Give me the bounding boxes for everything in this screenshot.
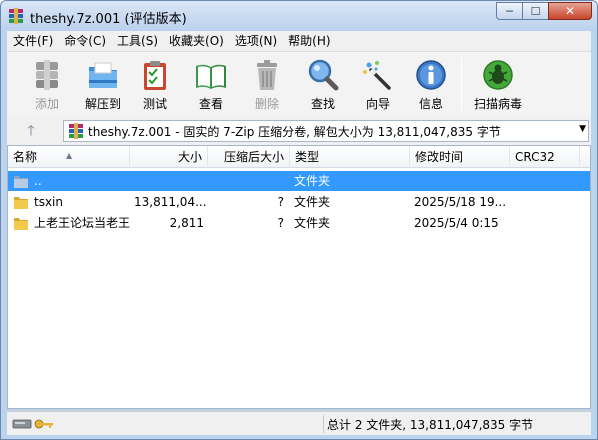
info-label: 信息 xyxy=(418,97,443,111)
dropdown-arrow-icon[interactable]: ▼ xyxy=(579,124,586,134)
column-header-packed[interactable]: 压缩后大小 xyxy=(208,146,290,168)
info-button[interactable]: 信息 xyxy=(405,54,457,114)
folder-up-icon xyxy=(14,176,28,188)
file-list[interactable]: 名称 ▲ 大小 压缩后大小 类型 修改时间 CRC32 .. 文件夹 tsxin xyxy=(7,145,591,409)
path-combobox[interactable]: theshy.7z.001 - 固实的 7-Zip 压缩分卷, 解包大小为 13… xyxy=(63,120,589,142)
file-modified: 2025/5/4 0:15 xyxy=(414,216,499,230)
file-packed-size: ? xyxy=(277,195,284,209)
close-icon: ✕ xyxy=(564,4,576,18)
view-button[interactable]: 查看 xyxy=(185,54,237,114)
magnifier-icon xyxy=(308,59,339,91)
view-label: 查看 xyxy=(198,97,223,111)
minimize-button[interactable]: ─ xyxy=(496,2,522,20)
menu-options[interactable]: 选项(N) xyxy=(229,31,282,51)
column-header-name[interactable]: 名称 ▲ xyxy=(8,146,130,168)
test-button[interactable]: 测试 xyxy=(129,54,181,114)
up-folder-button[interactable]: 🡑 xyxy=(11,121,51,141)
column-header-row: 名称 ▲ 大小 压缩后大小 类型 修改时间 CRC32 xyxy=(8,146,590,168)
up-arrow-icon: 🡑 xyxy=(27,123,35,139)
column-header-modified[interactable]: 修改时间 xyxy=(410,146,510,168)
scan-virus-label: 扫描病毒 xyxy=(473,97,522,111)
minimize-icon: ─ xyxy=(506,4,513,18)
status-summary: 总计 2 文件夹, 13,811,047,835 字节 xyxy=(327,418,534,432)
delete-button[interactable]: 删除 xyxy=(241,54,293,114)
file-type: 文件夹 xyxy=(294,174,331,188)
drive-icon xyxy=(12,419,32,429)
file-name: .. xyxy=(34,174,42,188)
status-bar: 总计 2 文件夹, 13,811,047,835 字节 xyxy=(7,411,591,435)
add-label: 添加 xyxy=(34,97,59,111)
file-size: 13,811,04... xyxy=(134,195,207,209)
file-name: tsxin xyxy=(34,195,63,209)
address-bar: 🡑 theshy.7z.001 - 固实的 7-Zip 压缩分卷, 解包大小为 … xyxy=(7,117,591,145)
file-row-tsxin[interactable]: tsxin 13,811,04... ? 文件夹 2025/5/18 19... xyxy=(8,192,590,212)
column-name-label: 名称 xyxy=(13,150,38,164)
file-name: 上老王论坛当老王 xyxy=(34,216,130,230)
menu-commands[interactable]: 命令(C) xyxy=(58,31,111,51)
title-bar[interactable]: theshy.7z.001 (评估版本) ─ ☐ ✕ xyxy=(1,1,597,31)
maximize-icon: ☐ xyxy=(530,4,541,18)
path-text: theshy.7z.001 - 固实的 7-Zip 压缩分卷, 解包大小为 13… xyxy=(88,124,501,139)
extract-button[interactable]: 解压到 xyxy=(77,54,129,114)
column-header-type[interactable]: 类型 xyxy=(290,146,410,168)
magic-wand-icon xyxy=(363,61,391,90)
close-button[interactable]: ✕ xyxy=(548,2,592,20)
menu-file[interactable]: 文件(F) xyxy=(7,31,58,51)
winrar-app-icon xyxy=(9,8,23,24)
file-packed-size: ? xyxy=(277,216,284,230)
book-view-icon xyxy=(196,64,226,89)
archive-icon xyxy=(69,123,83,139)
find-button[interactable]: 查找 xyxy=(297,54,349,114)
status-icons xyxy=(12,419,53,429)
toolbar: 添加 解压到 测试 查看 删除 查找 向导 信息 扫描病毒 xyxy=(7,51,591,117)
delete-label: 删除 xyxy=(254,97,279,111)
window-title: theshy.7z.001 (评估版本) xyxy=(30,12,187,27)
add-button[interactable]: 添加 xyxy=(21,54,73,114)
maximize-button[interactable]: ☐ xyxy=(522,2,548,20)
extract-folder-icon xyxy=(89,62,117,88)
info-icon xyxy=(416,60,446,90)
file-modified: 2025/5/18 19... xyxy=(414,195,507,209)
sort-ascending-icon: ▲ xyxy=(66,151,73,160)
file-row-laowang[interactable]: 上老王论坛当老王 2,811 ? 文件夹 2025/5/4 0:15 xyxy=(8,213,590,233)
add-archive-icon xyxy=(36,60,58,90)
file-type: 文件夹 xyxy=(294,195,331,209)
column-header-size[interactable]: 大小 xyxy=(130,146,208,168)
folder-icon xyxy=(14,197,28,209)
key-icon xyxy=(34,419,53,429)
virus-scan-icon xyxy=(483,60,513,90)
folder-icon xyxy=(14,218,28,230)
menu-bar: 文件(F) 命令(C) 工具(S) 收藏夹(O) 选项(N) 帮助(H) xyxy=(7,31,591,51)
toolbar-separator xyxy=(461,58,462,110)
scan-virus-button[interactable]: 扫描病毒 xyxy=(472,54,524,114)
status-separator xyxy=(323,415,324,433)
test-clipboard-icon xyxy=(144,61,166,90)
winrar-window: theshy.7z.001 (评估版本) ─ ☐ ✕ 文件(F) 命令(C) 工… xyxy=(0,0,598,440)
test-label: 测试 xyxy=(142,97,167,111)
file-size: 2,811 xyxy=(169,216,204,230)
menu-help[interactable]: 帮助(H) xyxy=(282,31,335,51)
caption-buttons: ─ ☐ ✕ xyxy=(496,2,592,21)
trash-can-icon xyxy=(257,60,277,90)
menu-tools[interactable]: 工具(S) xyxy=(111,31,163,51)
file-row-parent[interactable]: .. 文件夹 xyxy=(8,171,590,191)
menu-favorites[interactable]: 收藏夹(O) xyxy=(163,31,229,51)
file-type: 文件夹 xyxy=(294,216,331,230)
wizard-button[interactable]: 向导 xyxy=(352,54,404,114)
column-header-crc[interactable]: CRC32 xyxy=(510,146,580,168)
